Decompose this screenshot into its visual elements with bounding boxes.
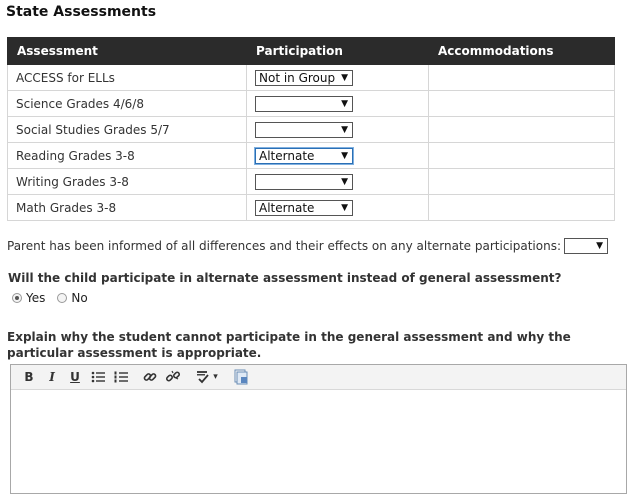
participation-cell: ▼ — [246, 116, 429, 143]
chevron-down-icon: ▼ — [341, 98, 348, 109]
participation-cell: ▼ — [246, 168, 429, 195]
radio-yes-label[interactable]: Yes — [26, 291, 45, 305]
alternate-question: Will the child participate in alternate … — [8, 271, 562, 285]
assessment-name: ACCESS for ELLs — [7, 64, 247, 91]
underline-button[interactable]: U — [65, 368, 85, 386]
participation-select[interactable]: Alternate ▼ — [255, 147, 353, 164]
chevron-down-icon: ▼ — [341, 124, 348, 135]
chevron-down-icon: ▼ — [341, 202, 348, 213]
header-participation: Participation — [246, 37, 429, 65]
spellcheck-dropdown-icon: ▾ — [213, 372, 218, 382]
accommodations-cell[interactable] — [428, 64, 615, 91]
bold-icon: B — [24, 370, 34, 384]
participation-cell: Not in Group ▼ — [246, 64, 429, 91]
accommodations-cell[interactable] — [428, 90, 615, 117]
table-header-row: Assessment Participation Accommodations — [7, 37, 615, 65]
unlink-icon — [166, 370, 180, 382]
table-row: ACCESS for ELLs Not in Group ▼ — [7, 64, 615, 91]
bold-button[interactable]: B — [19, 368, 39, 386]
radio-no-label[interactable]: No — [71, 291, 87, 305]
accommodations-cell[interactable] — [428, 194, 615, 221]
link-button[interactable] — [140, 368, 160, 386]
radio-no[interactable] — [57, 293, 68, 303]
editor-toolbar: B I U ▾ — [11, 365, 626, 390]
participation-select[interactable]: ▼ — [255, 121, 353, 138]
participation-select[interactable]: ▼ — [255, 173, 353, 190]
numbered-list-button[interactable] — [111, 368, 131, 386]
participation-select[interactable]: Not in Group ▼ — [255, 69, 353, 86]
numbered-list-icon — [114, 371, 128, 383]
assessment-name: Social Studies Grades 5/7 — [7, 116, 247, 143]
participation-value: Alternate — [259, 200, 315, 215]
parent-informed-row: Parent has been informed of all differen… — [7, 238, 609, 254]
accommodations-cell[interactable] — [428, 168, 615, 195]
table-row: Math Grades 3-8 Alternate ▼ — [7, 194, 615, 221]
link-icon — [143, 373, 157, 381]
header-accommodations: Accommodations — [428, 37, 615, 65]
paste-icon — [234, 369, 248, 385]
italic-icon: I — [49, 370, 55, 384]
participation-select[interactable]: Alternate ▼ — [255, 199, 353, 216]
chevron-down-icon: ▼ — [596, 241, 604, 251]
spellcheck-icon — [197, 371, 209, 384]
alternate-radio-group: Yes No — [12, 291, 100, 305]
accommodations-cell[interactable] — [428, 142, 615, 169]
page-title: State Assessments — [6, 4, 157, 20]
bullet-list-icon — [91, 371, 105, 383]
rich-text-editor[interactable]: B I U ▾ — [10, 364, 627, 494]
participation-select[interactable]: ▼ — [255, 95, 353, 112]
chevron-down-icon: ▼ — [341, 176, 348, 187]
unlink-button[interactable] — [163, 368, 183, 386]
assessment-name: Reading Grades 3-8 — [7, 142, 247, 169]
chevron-down-icon: ▼ — [341, 150, 348, 161]
participation-cell: ▼ — [246, 90, 429, 117]
table-row: Reading Grades 3-8 Alternate ▼ — [7, 142, 615, 169]
participation-value: Not in Group — [259, 70, 336, 85]
underline-icon: U — [70, 370, 80, 384]
explain-label: Explain why the student cannot participa… — [7, 330, 571, 360]
participation-value: Alternate — [259, 148, 315, 163]
paste-button[interactable] — [231, 368, 251, 386]
italic-button[interactable]: I — [42, 368, 62, 386]
participation-cell: Alternate ▼ — [246, 194, 429, 221]
accommodations-cell[interactable] — [428, 116, 615, 143]
parent-informed-select[interactable]: ▼ — [564, 238, 609, 254]
spellcheck-button[interactable]: ▾ — [192, 368, 222, 386]
participation-cell: Alternate ▼ — [246, 142, 429, 169]
table-row: Social Studies Grades 5/7 ▼ — [7, 116, 615, 143]
table-row: Writing Grades 3-8 ▼ — [7, 168, 615, 195]
assessments-table: Assessment Participation Accommodations … — [7, 37, 615, 221]
radio-yes[interactable] — [12, 293, 22, 303]
header-assessment: Assessment — [7, 37, 247, 65]
bullet-list-button[interactable] — [88, 368, 108, 386]
assessment-name: Math Grades 3-8 — [7, 194, 247, 221]
chevron-down-icon: ▼ — [341, 72, 348, 83]
parent-informed-label: Parent has been informed of all differen… — [7, 239, 562, 253]
assessment-name: Writing Grades 3-8 — [7, 168, 247, 195]
table-row: Science Grades 4/6/8 ▼ — [7, 90, 615, 117]
assessment-name: Science Grades 4/6/8 — [7, 90, 247, 117]
